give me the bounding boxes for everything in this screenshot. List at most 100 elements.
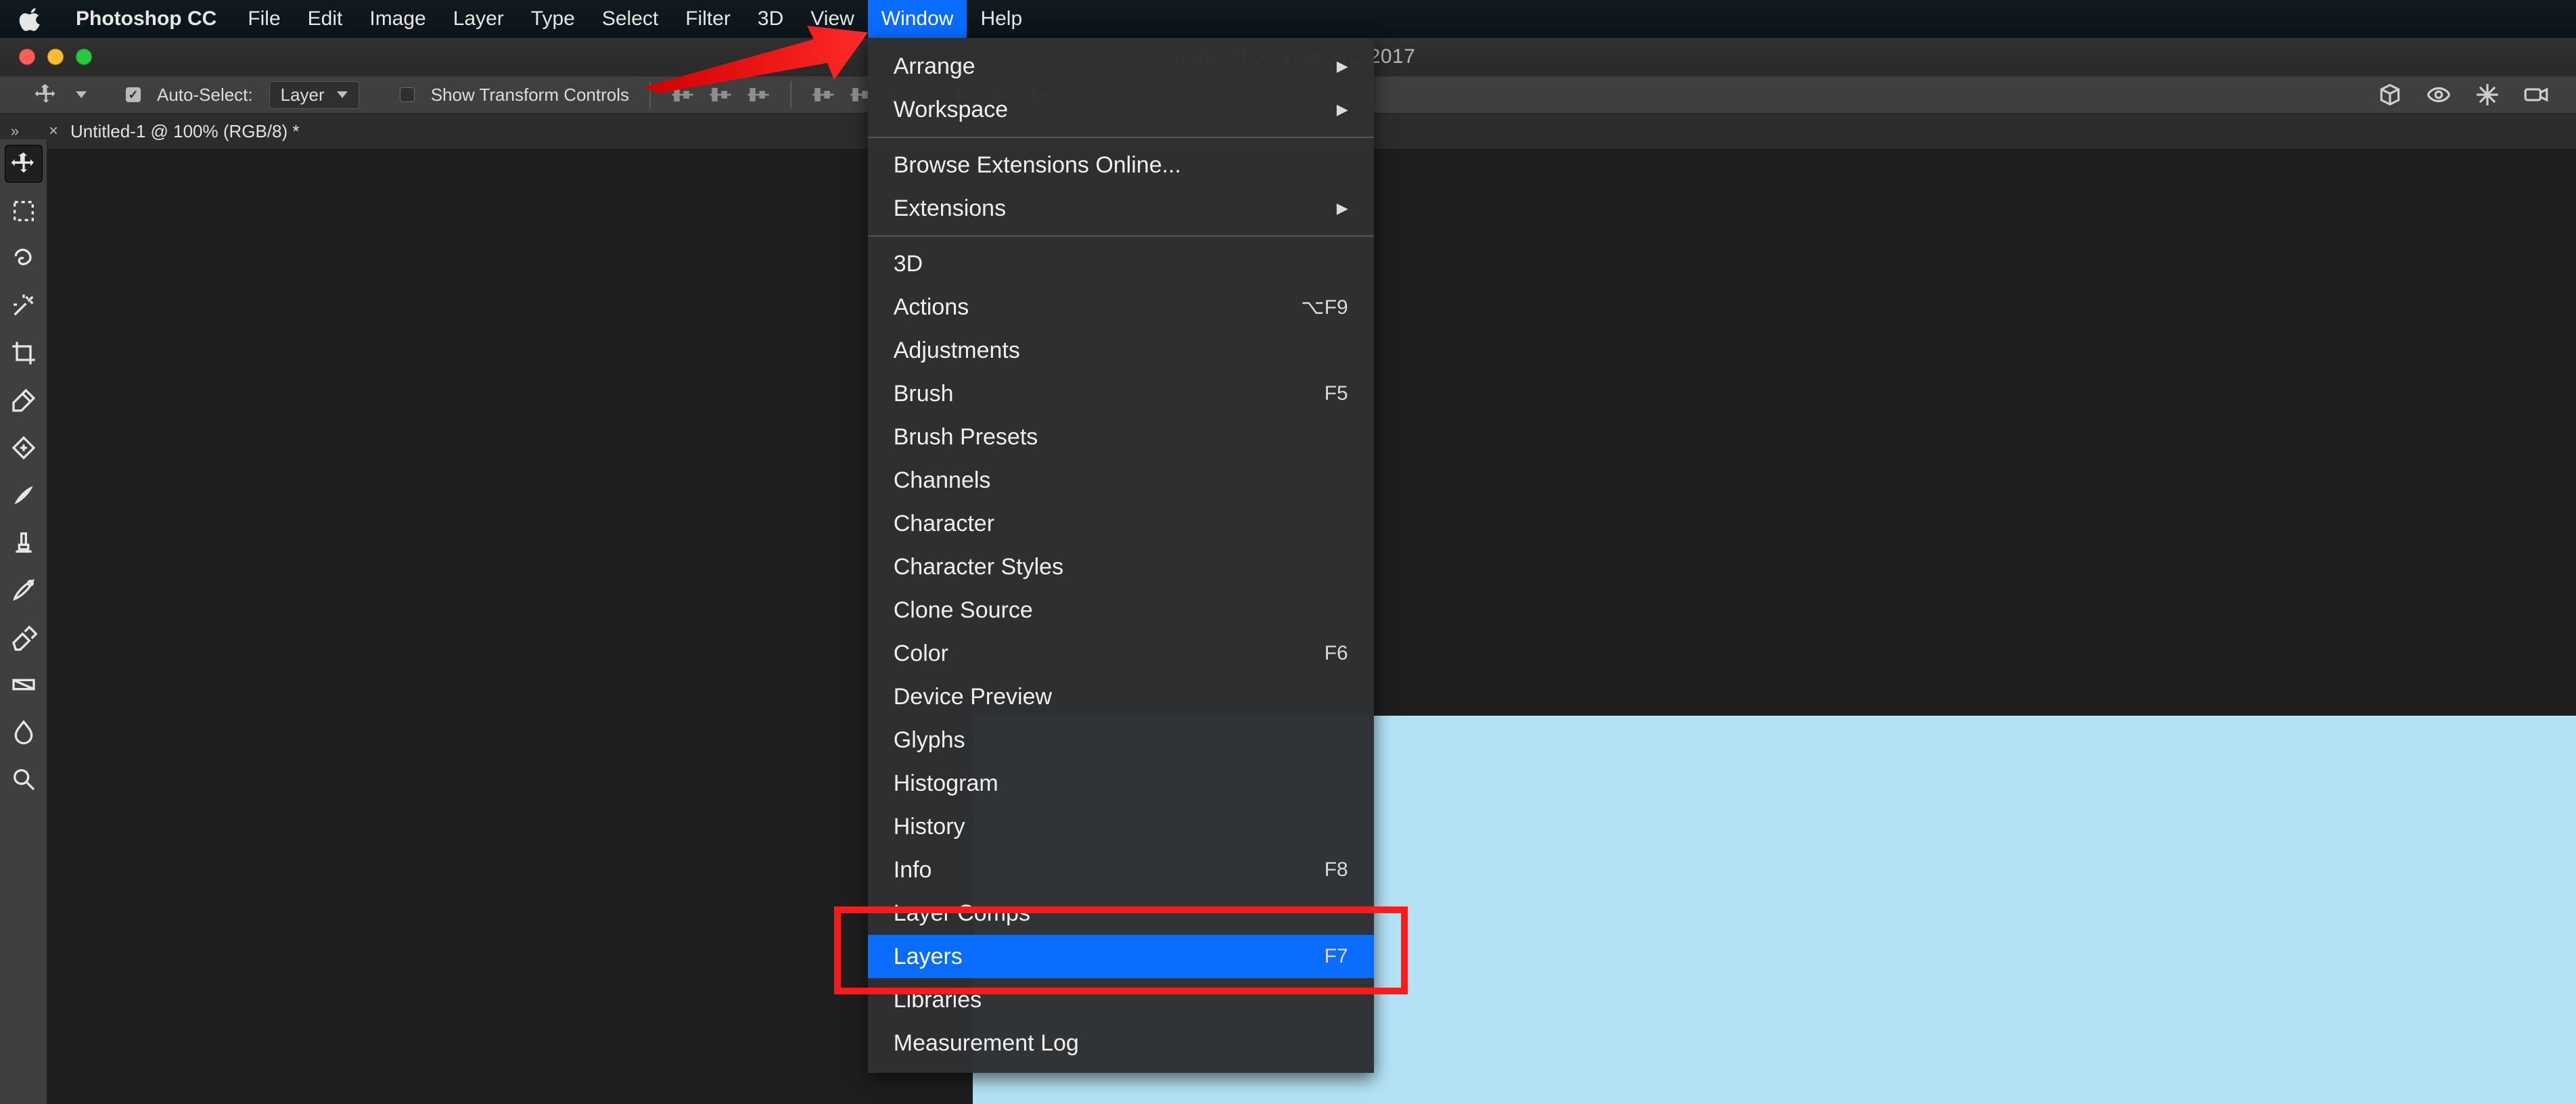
menu-item-actions[interactable]: Actions ⌥F9 (868, 285, 1374, 329)
tool-heal[interactable] (5, 429, 43, 467)
tool-eraser[interactable] (5, 618, 43, 656)
menu-item-glyphs[interactable]: Glyphs (868, 718, 1374, 762)
align-icon[interactable] (671, 83, 694, 106)
apple-icon[interactable] (19, 7, 43, 31)
menu-item-label: Adjustments (894, 338, 1020, 364)
tool-crop[interactable] (5, 334, 43, 372)
menu-file[interactable]: File (234, 0, 294, 38)
pan-icon[interactable] (2475, 82, 2500, 108)
menu-item-device-preview[interactable]: Device Preview (868, 675, 1374, 718)
menu-item-workspace[interactable]: Workspace (868, 88, 1374, 131)
menu-item-label: History (894, 814, 965, 840)
menu-item-label: Info (894, 857, 932, 883)
menu-3d[interactable]: 3D (744, 0, 797, 38)
separator (790, 81, 791, 108)
camera-icon[interactable] (2523, 82, 2549, 108)
menu-item-shortcut: ⌥F9 (1301, 296, 1348, 319)
menu-item-label: Character (894, 511, 994, 537)
tab-overflow-button[interactable]: » (0, 122, 30, 140)
tool-history-brush[interactable] (5, 571, 43, 609)
tool-brush[interactable] (5, 476, 43, 514)
menu-item-browse-extensions-online-[interactable]: Browse Extensions Online... (868, 143, 1374, 187)
menu-item-info[interactable]: Info F8 (868, 848, 1374, 892)
menu-item-adjustments[interactable]: Adjustments (868, 329, 1374, 372)
menu-item-label: Brush Presets (894, 424, 1038, 451)
zoom-window-button[interactable] (76, 49, 92, 65)
tool-move[interactable] (5, 145, 43, 183)
menu-item-history[interactable]: History (868, 805, 1374, 848)
align-buttons (671, 83, 770, 106)
menu-item-layer-comps[interactable]: Layer Comps (868, 892, 1374, 935)
menu-item-measurement-log[interactable]: Measurement Log (868, 1021, 1374, 1065)
auto-select-checkbox[interactable] (126, 87, 141, 102)
menu-window[interactable]: Window (868, 0, 967, 38)
orbit-icon[interactable] (2426, 82, 2452, 108)
menu-item-label: Libraries (894, 987, 982, 1013)
menu-item-label: Extensions (894, 196, 1006, 222)
menu-separator (868, 137, 1374, 138)
menu-item-shortcut: F8 (1325, 858, 1348, 881)
menu-item-brush[interactable]: Brush F5 (868, 372, 1374, 415)
menu-type[interactable]: Type (518, 0, 589, 38)
tool-wand[interactable] (5, 287, 43, 325)
menu-item-label: Actions (894, 294, 969, 321)
document-tab[interactable]: × Untitled-1 @ 100% (RGB/8) * (30, 114, 319, 149)
menu-edit[interactable]: Edit (294, 0, 356, 38)
3d-mode-icon[interactable] (2377, 82, 2403, 108)
menu-item-label: Layer Comps (894, 900, 1030, 927)
menu-view[interactable]: View (797, 0, 867, 38)
menu-filter[interactable]: Filter (672, 0, 744, 38)
align-icon[interactable] (812, 83, 835, 106)
options-right-icons (2377, 82, 2549, 108)
menu-help[interactable]: Help (967, 0, 1036, 38)
menu-item-layers[interactable]: LayersF7 (868, 935, 1374, 978)
menu-item-histogram[interactable]: Histogram (868, 762, 1374, 805)
menu-item-label: Measurement Log (894, 1030, 1079, 1057)
traffic-lights (19, 49, 92, 65)
menu-select[interactable]: Select (589, 0, 672, 38)
menu-item-brush-presets[interactable]: Brush Presets (868, 415, 1374, 459)
menu-item-arrange[interactable]: Arrange (868, 45, 1374, 88)
chevron-down-icon (337, 91, 348, 98)
menu-item-label: Browse Extensions Online... (894, 152, 1181, 179)
menu-item-label: Brush (894, 381, 954, 407)
show-transform-checkbox[interactable] (400, 87, 415, 102)
tool-dodge[interactable] (5, 760, 43, 798)
menu-item-clone-source[interactable]: Clone Source (868, 589, 1374, 632)
close-tab-icon[interactable]: × (49, 122, 58, 141)
tool-preset-dropdown[interactable] (76, 91, 87, 98)
menu-item-label: Arrange (894, 53, 975, 80)
document-tab-title: Untitled-1 @ 100% (RGB/8) * (70, 121, 300, 142)
menu-item-label: Workspace (894, 97, 1008, 123)
menu-image[interactable]: Image (356, 0, 439, 38)
menu-item-libraries[interactable]: Libraries (868, 978, 1374, 1021)
menu-item-3d[interactable]: 3D (868, 242, 1374, 285)
align-icon[interactable] (709, 83, 732, 106)
menu-item-label: Clone Source (894, 597, 1033, 624)
minimize-window-button[interactable] (47, 49, 64, 65)
auto-select-target-dropdown[interactable]: Layer (269, 81, 359, 109)
show-transform-label: Show Transform Controls (431, 85, 629, 106)
menu-layer[interactable]: Layer (440, 0, 518, 38)
tool-gradient[interactable] (5, 666, 43, 704)
align-icon[interactable] (747, 83, 770, 106)
close-window-button[interactable] (19, 49, 35, 65)
tool-lasso[interactable] (5, 239, 43, 277)
menu-app-name[interactable]: Photoshop CC (62, 0, 234, 38)
menu-item-shortcut: F5 (1325, 382, 1348, 405)
menu-item-extensions[interactable]: Extensions (868, 187, 1374, 230)
menu-item-character[interactable]: Character (868, 502, 1374, 545)
tool-eyedropper[interactable] (5, 382, 43, 419)
menu-item-color[interactable]: ColorF6 (868, 632, 1374, 675)
mac-menubar: Photoshop CCFileEditImageLayerTypeSelect… (0, 0, 2576, 38)
tool-marquee[interactable] (5, 192, 43, 230)
tool-stamp[interactable] (5, 524, 43, 561)
menu-item-label: Channels (894, 467, 991, 494)
tools-panel (0, 139, 47, 1104)
tool-blur[interactable] (5, 713, 43, 751)
menu-item-character-styles[interactable]: Character Styles (868, 545, 1374, 589)
menu-item-label: Character Styles (894, 554, 1063, 580)
menu-item-channels[interactable]: Channels (868, 459, 1374, 502)
menu-separator (868, 235, 1374, 237)
menu-item-label: Device Preview (894, 684, 1052, 710)
